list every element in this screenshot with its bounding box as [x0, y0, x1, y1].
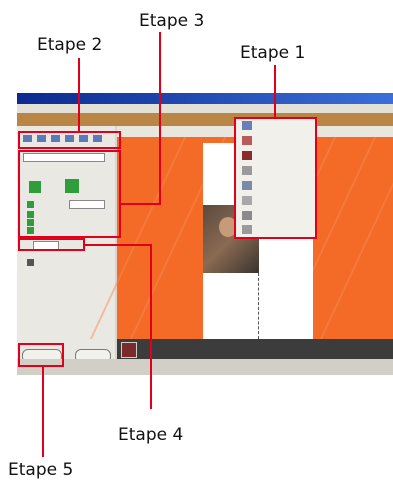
- status-bar: [17, 359, 393, 375]
- etape-3-leader-h: [121, 203, 161, 205]
- etape-4-box: [18, 238, 85, 251]
- etape-1-leader: [274, 65, 276, 117]
- etape-5-box: [18, 343, 64, 367]
- tab-bar: [17, 113, 393, 126]
- etape-1-box: [234, 117, 317, 239]
- etape-2-label: Etape 2: [37, 35, 103, 55]
- menu-bar: [17, 104, 393, 113]
- etape-3-label: Etape 3: [139, 11, 205, 31]
- etape-2-box: [18, 131, 121, 149]
- small-icon: [27, 259, 34, 266]
- etape-4-leader-h: [85, 244, 152, 246]
- etape-5-leader: [42, 367, 44, 457]
- etape-1-label: Etape 1: [240, 43, 306, 63]
- etape-5-label: Etape 5: [8, 460, 74, 480]
- etape-3-leader-v: [159, 32, 161, 203]
- filmstrip: [117, 339, 393, 359]
- etape-4-label: Etape 4: [118, 425, 184, 445]
- etape-2-leader: [78, 58, 80, 131]
- etape-4-leader-v: [150, 244, 152, 409]
- photo-thumbnail[interactable]: [121, 342, 137, 358]
- page-fold-line: [258, 273, 259, 339]
- etape-3-box: [18, 150, 121, 238]
- window-titlebar: [17, 93, 393, 104]
